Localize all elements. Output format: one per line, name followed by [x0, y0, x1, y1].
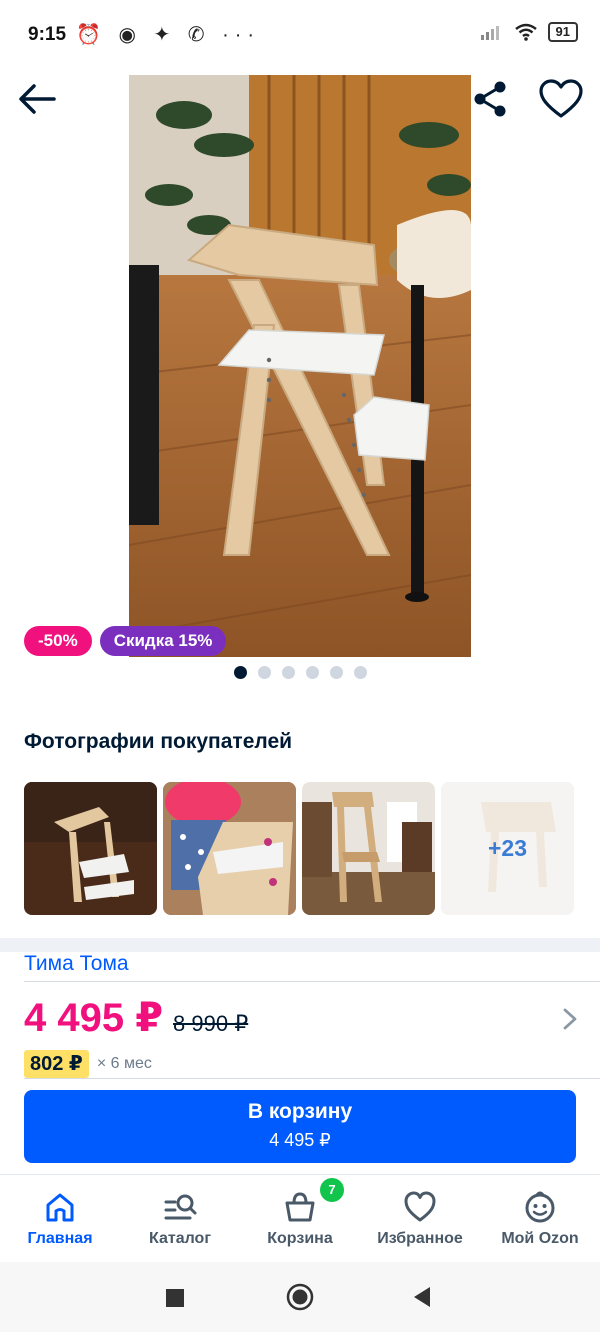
heart-icon [404, 1191, 436, 1222]
arrow-left-icon [19, 84, 56, 114]
nav-profile[interactable]: Мой Ozon [480, 1175, 600, 1261]
signal-icon [480, 26, 499, 40]
favorite-button[interactable] [536, 76, 586, 122]
price-details-button[interactable] [558, 1004, 582, 1034]
cart-count-badge: 7 [320, 1178, 344, 1202]
chevron-right-icon [563, 1008, 577, 1030]
shopping-bag-icon [285, 1192, 315, 1222]
gallery-dot[interactable] [281, 666, 295, 679]
nav-favorites[interactable]: Избранное [360, 1175, 480, 1261]
old-price: 8 990 ₽ [173, 1011, 249, 1036]
add-to-cart-label: В корзину [247, 1100, 353, 1123]
share-icon [474, 81, 506, 117]
buyer-photo [163, 782, 296, 915]
buyer-photo [302, 782, 435, 915]
status-bar: 9:15 ⏰ ◉ ✦ ✆ ··· 91 [0, 0, 600, 70]
buyer-photos-title: Фотографии покупателей [24, 730, 293, 753]
more-photos-count: +23 [441, 782, 574, 915]
heart-icon [539, 79, 583, 118]
installment-info[interactable]: 802 ₽ × 6 мес [24, 1050, 152, 1078]
back-triangle-icon[interactable] [412, 1286, 432, 1308]
nav-home-label: Главная [27, 1230, 93, 1247]
installment-amount: 802 ₽ [24, 1050, 89, 1078]
smiley-profile-icon [525, 1191, 555, 1223]
buyer-photos-strip: +23 [24, 782, 574, 915]
home-icon [46, 1193, 74, 1222]
bottom-navigation: Главная Каталог Корзина Избранное Мой Oz… [0, 1174, 600, 1261]
gallery-dot[interactable] [257, 666, 271, 679]
seller-link[interactable]: Тима Тома [24, 952, 129, 976]
divider [24, 981, 600, 982]
buyer-photo-thumbnail[interactable] [302, 782, 435, 915]
nav-home[interactable]: Главная [0, 1175, 120, 1261]
nav-favorites-label: Избранное [377, 1230, 463, 1247]
price-row: 4 495 ₽ 8 990 ₽ [24, 995, 248, 1041]
recent-apps-icon[interactable] [166, 1289, 184, 1307]
buyer-photos-more[interactable]: +23 [441, 782, 574, 915]
catalog-search-icon [164, 1194, 197, 1220]
installment-term: × 6 мес [96, 1055, 152, 1072]
battery-indicator: 91 [547, 22, 578, 42]
status-right: 91 [480, 22, 578, 42]
discount-badge: -50% [24, 626, 92, 656]
home-circle-icon[interactable] [286, 1283, 314, 1311]
gallery-dot[interactable] [305, 666, 319, 679]
product-main-image[interactable] [129, 75, 471, 657]
status-time: 9:15 [28, 24, 67, 45]
gallery-dot[interactable] [353, 666, 367, 679]
share-button[interactable] [468, 76, 514, 122]
add-to-cart-button[interactable]: В корзину 4 495 ₽ [24, 1090, 576, 1163]
nav-catalog[interactable]: Каталог [120, 1175, 240, 1261]
status-notification-icons: ⏰ ◉ ✦ ✆ ··· [76, 24, 261, 46]
product-photo [129, 75, 471, 657]
system-navigation-bar [0, 1262, 600, 1332]
sale-badge: Скидка 15% [99, 626, 227, 656]
nav-cart-label: Корзина [267, 1230, 333, 1247]
product-badges: -50% Скидка 15% [24, 626, 227, 656]
nav-catalog-label: Каталог [149, 1230, 211, 1247]
buyer-photo [24, 782, 157, 915]
divider [24, 1078, 600, 1079]
back-button[interactable] [14, 76, 60, 122]
nav-profile-label: Мой Ozon [501, 1230, 579, 1247]
gallery-pagination [0, 666, 600, 679]
current-price: 4 495 ₽ [24, 996, 164, 1040]
add-to-cart-price: 4 495 ₽ [269, 1130, 331, 1150]
gallery-dot[interactable] [233, 666, 247, 679]
section-divider [0, 938, 600, 952]
gallery-dot[interactable] [329, 666, 343, 679]
buyer-photo-thumbnail[interactable] [163, 782, 296, 915]
buyer-photo-thumbnail[interactable] [24, 782, 157, 915]
wifi-icon [514, 23, 537, 41]
